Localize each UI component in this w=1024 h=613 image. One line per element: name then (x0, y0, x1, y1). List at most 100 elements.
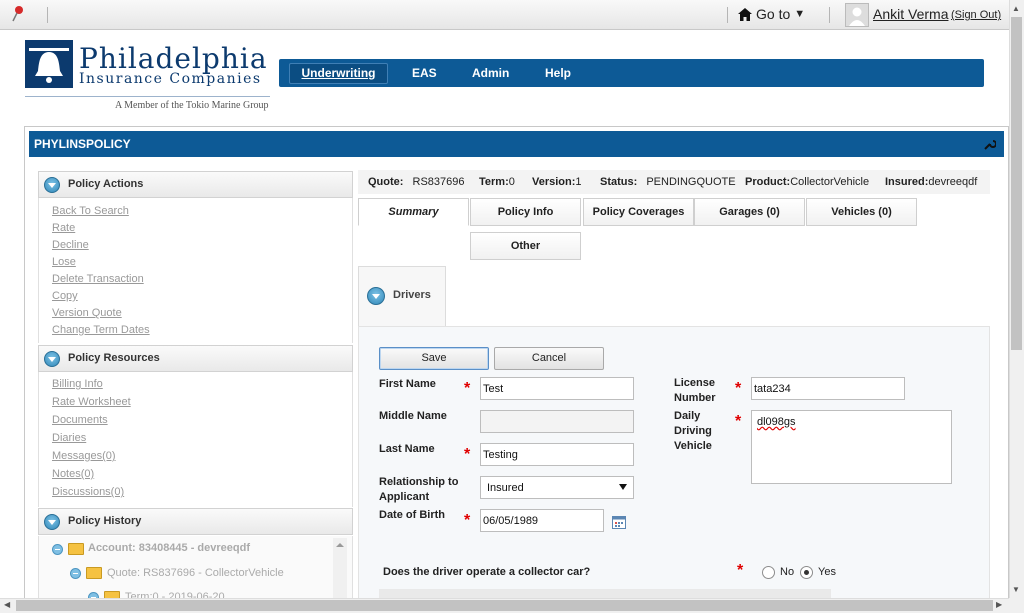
radio-yes-label: Yes (818, 566, 836, 578)
lose-link[interactable]: Lose (52, 256, 76, 268)
cancel-button[interactable]: Cancel (494, 347, 604, 370)
user-name-link[interactable]: Ankit Verma (873, 6, 948, 22)
chevron-down-icon: ▼ (794, 8, 806, 20)
relationship-select[interactable]: Insured (480, 476, 634, 499)
policy-resources-header[interactable]: Policy Resources (38, 345, 353, 372)
version-quote-link[interactable]: Version Quote (52, 307, 122, 319)
divider (47, 7, 48, 23)
next-field-row (379, 589, 831, 598)
nav-help[interactable]: Help (545, 59, 571, 87)
save-button[interactable]: Save (379, 347, 489, 370)
logo-line-2: Insurance Companies (79, 71, 262, 87)
delete-transaction-link[interactable]: Delete Transaction (52, 273, 144, 285)
divider (829, 7, 830, 23)
collapse-arrow-icon[interactable] (44, 351, 60, 367)
license-number-input[interactable] (751, 377, 905, 400)
required-marker: * (464, 446, 471, 463)
rate-worksheet-link[interactable]: Rate Worksheet (52, 396, 131, 408)
calendar-icon[interactable] (612, 515, 626, 529)
messages-link[interactable]: Messages(0) (52, 450, 116, 462)
policy-resources-list: Billing Info Rate Worksheet Documents Di… (38, 372, 353, 507)
first-name-label: First Name (379, 378, 436, 390)
billing-info-link[interactable]: Billing Info (52, 378, 103, 390)
rate-link[interactable]: Rate (52, 222, 75, 234)
required-marker: * (735, 380, 742, 397)
discussions-link[interactable]: Discussions(0) (52, 486, 124, 498)
nav-underwriting[interactable]: Underwriting (289, 63, 388, 84)
scroll-right-arrow-icon[interactable]: ▶ (996, 600, 1002, 609)
vertical-scroll-thumb[interactable] (1011, 17, 1022, 350)
required-marker: * (464, 380, 471, 397)
company-logo[interactable]: Philadelphia Insurance Companies A Membe… (25, 40, 275, 115)
tab-policy-coverages[interactable]: Policy Coverages (583, 198, 694, 226)
wrench-icon[interactable] (984, 138, 996, 150)
tab-vehicles[interactable]: Vehicles (0) (806, 198, 917, 226)
relationship-value: Insured (487, 482, 524, 494)
drivers-section-tab[interactable]: Drivers (358, 266, 446, 326)
main-nav: Underwriting EAS Admin Help (279, 59, 984, 87)
required-marker: * (464, 512, 471, 529)
documents-link[interactable]: Documents (52, 414, 108, 426)
daily-driving-vehicle-value: dl098gs (757, 416, 796, 428)
quote-info-product: Product:CollectorVehicle (745, 176, 870, 188)
tab-policy-info[interactable]: Policy Info (470, 198, 581, 226)
collapse-arrow-icon[interactable] (367, 287, 385, 305)
relationship-label: Relationship to Applicant (379, 476, 459, 503)
collapse-arrow-icon[interactable] (44, 514, 60, 530)
tree-collapse-icon[interactable] (52, 544, 63, 555)
radio-no-label: No (780, 566, 795, 578)
quote-info-term: Term:0 (479, 176, 515, 188)
policy-history-tree: Account: 83408445 - devreeqdf Quote: RS8… (38, 536, 353, 603)
policy-history-header[interactable]: Policy History (38, 508, 353, 535)
tree-scrollbar[interactable] (333, 538, 347, 598)
copy-link[interactable]: Copy (52, 290, 78, 302)
quote-info-insured: Insured:devreeqdf (885, 176, 978, 188)
tree-node-account[interactable]: Account: 83408445 - devreeqdf (88, 542, 250, 554)
radio-no[interactable] (762, 566, 775, 579)
daily-driving-vehicle-label: Daily Driving Vehicle (674, 410, 712, 452)
notes-link[interactable]: Notes(0) (52, 468, 94, 480)
horizontal-scroll-thumb[interactable] (16, 600, 993, 611)
daily-driving-vehicle-textarea[interactable]: dl098gs (751, 410, 952, 484)
scroll-up-arrow-icon[interactable]: ▲ (1012, 4, 1020, 13)
nav-admin[interactable]: Admin (472, 59, 509, 87)
sign-out-link[interactable]: (Sign Out) (951, 9, 1001, 21)
goto-menu[interactable]: Go to ▼ (738, 6, 805, 22)
decline-link[interactable]: Decline (52, 239, 89, 251)
nav-eas[interactable]: EAS (412, 59, 437, 87)
logo-tagline: A Member of the Tokio Marine Group (115, 100, 269, 111)
diaries-link[interactable]: Diaries (52, 432, 86, 444)
drivers-title: Drivers (393, 289, 431, 301)
tab-summary[interactable]: Summary (358, 198, 469, 226)
folder-icon (86, 567, 102, 579)
tree-collapse-icon[interactable] (70, 568, 81, 579)
pin-icon[interactable] (11, 5, 25, 23)
first-name-input[interactable] (480, 377, 634, 400)
user-silhouette-icon (849, 7, 865, 26)
quote-info-status: Status: PENDINGQUOTE (600, 176, 736, 188)
dob-input[interactable] (480, 509, 604, 532)
middle-name-input[interactable] (480, 410, 634, 433)
last-name-input[interactable] (480, 443, 634, 466)
avatar[interactable] (845, 3, 869, 27)
policy-resources-title: Policy Resources (68, 352, 160, 364)
back-to-search-link[interactable]: Back To Search (52, 205, 129, 217)
quote-info-version: Version:1 (532, 176, 582, 188)
scroll-down-arrow-icon[interactable]: ▼ (1012, 585, 1020, 594)
collapse-arrow-icon[interactable] (44, 177, 60, 193)
divider (727, 7, 728, 23)
tab-other[interactable]: Other (470, 232, 581, 260)
app-title-bar (29, 131, 1004, 157)
app-title: PHYLINSPOLICY (34, 137, 131, 151)
middle-name-label: Middle Name (379, 410, 447, 422)
change-term-dates-link[interactable]: Change Term Dates (52, 324, 150, 336)
policy-actions-title: Policy Actions (68, 178, 144, 190)
policy-actions-header[interactable]: Policy Actions (38, 171, 353, 198)
tree-node-quote[interactable]: Quote: RS837696 - CollectorVehicle (107, 567, 284, 579)
tab-garages[interactable]: Garages (0) (694, 198, 805, 226)
liberty-bell-icon (25, 40, 73, 88)
logo-divider (25, 96, 270, 97)
policy-actions-list: Back To Search Rate Decline Lose Delete … (38, 198, 353, 343)
scroll-left-arrow-icon[interactable]: ◀ (4, 600, 10, 609)
radio-yes[interactable] (800, 566, 813, 579)
